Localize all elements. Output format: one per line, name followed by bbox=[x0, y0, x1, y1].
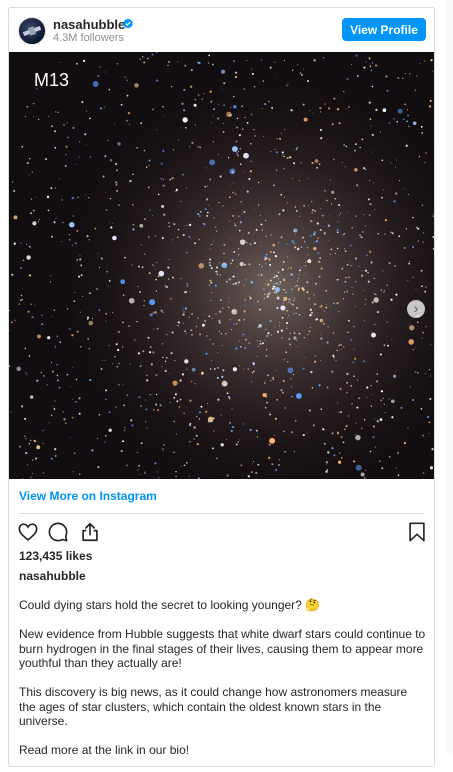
caption: Could dying stars hold the secret to loo… bbox=[19, 598, 427, 772]
caption-paragraph: Could dying stars hold the secret to loo… bbox=[19, 598, 321, 612]
username[interactable]: nasahubble bbox=[53, 17, 125, 32]
caption-username[interactable]: nasahubble bbox=[19, 569, 86, 583]
caption-paragraph: Read more at the link in our bio! bbox=[19, 743, 190, 757]
share-icon[interactable] bbox=[79, 521, 101, 543]
image-label: M13 bbox=[34, 70, 70, 90]
post-image[interactable]: M13 › bbox=[9, 52, 434, 479]
instagram-embed-card: nasahubble 4.3M followers View Profile M… bbox=[8, 7, 435, 767]
star-cluster-image bbox=[9, 52, 434, 479]
bookmark-icon[interactable] bbox=[406, 521, 428, 543]
caption-paragraph: New evidence from Hubble suggests that w… bbox=[19, 627, 426, 670]
action-bar bbox=[17, 521, 426, 543]
view-profile-button[interactable]: View Profile bbox=[342, 18, 426, 41]
heart-icon[interactable] bbox=[17, 521, 39, 543]
follower-count: 4.3M followers bbox=[53, 32, 124, 44]
view-more-link[interactable]: View More on Instagram bbox=[19, 489, 157, 503]
caption-paragraph: This discovery is big news, as it could … bbox=[19, 685, 408, 728]
divider bbox=[19, 513, 424, 514]
comment-icon[interactable] bbox=[47, 521, 69, 543]
scrollbar[interactable] bbox=[445, 0, 453, 753]
chevron-right-icon[interactable]: › bbox=[407, 300, 425, 318]
post-header: nasahubble 4.3M followers View Profile bbox=[9, 8, 434, 52]
profile-avatar[interactable] bbox=[18, 17, 46, 45]
like-count[interactable]: 123,435 likes bbox=[19, 549, 92, 563]
